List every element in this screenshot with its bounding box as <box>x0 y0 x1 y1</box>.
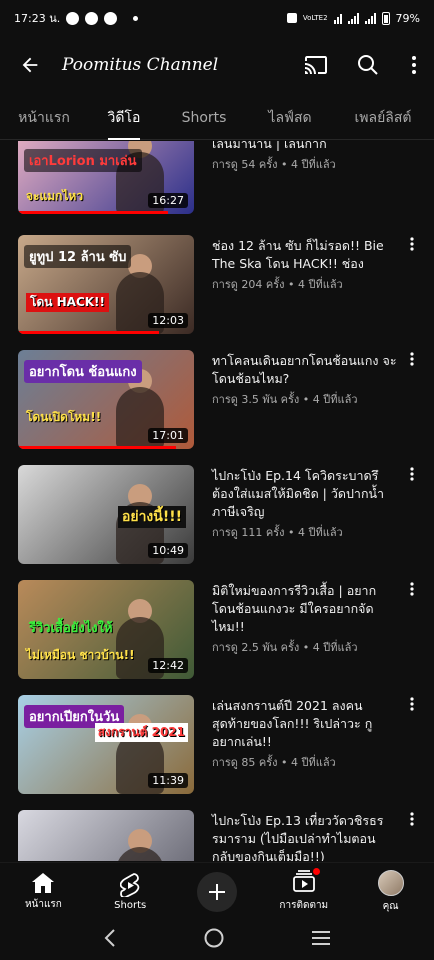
nav-shorts[interactable]: Shorts <box>87 863 174 920</box>
video-meta: การดู 54 ครั้ง • 4 ปีที่แล้ว <box>212 158 336 171</box>
video-more-vert-icon[interactable] <box>400 350 424 374</box>
shorts-icon <box>120 872 140 897</box>
notification-dot <box>312 868 320 875</box>
video-meta: การดู 2.5 พัน ครั้ง • 4 ปีที่แล้ว <box>212 641 358 654</box>
video-duration: 17:01 <box>148 428 188 443</box>
channel-tabs: หน้าแรก วิดีโอ Shorts ไลฟ์สด เพลย์ลิสต์ <box>0 96 434 140</box>
search-icon[interactable] <box>342 40 394 90</box>
notification-dot-icon <box>133 15 139 21</box>
video-thumbnail[interactable]: ยูทูป 12 ล้าน ซับ โดน HACK!! 12:03 <box>18 235 194 334</box>
status-time: 17:23 น. <box>14 12 61 25</box>
video-item[interactable]: เอาLorion มาเล่น จะแมกไหว 16:27 แข่งเพื่… <box>0 141 434 215</box>
more-vert-icon[interactable] <box>394 40 434 90</box>
video-title[interactable]: ทาโคลนเดินอยากโดนช้อนแกง จะโดนช้อนไหม? <box>212 352 398 388</box>
app-bar: Poomitus Channel <box>0 40 434 90</box>
home-icon <box>32 872 55 893</box>
alarm-icon <box>286 13 297 23</box>
video-item[interactable]: อยากเปียกในวัน สงกรานต์ 2021 11:39 เล่นส… <box>0 695 434 795</box>
video-meta: การดู 111 ครั้ง • 4 ปีที่แล้ว <box>212 526 343 539</box>
video-title[interactable]: ไปกะโป่ง Ep.13 เที่ยววัดวชิรธรรมาราม (ไป… <box>212 812 398 861</box>
tab-videos[interactable]: วิดีโอ <box>88 96 160 140</box>
video-title[interactable]: มิติใหม่ของการรีวิวเสื้อ | อยากโดนช้อนแก… <box>212 582 398 636</box>
video-more-vert-icon[interactable] <box>400 810 424 834</box>
video-title[interactable]: ไปกะโป่ง Ep.14 โควิดระบาดรึ ต้องใส่แมสให… <box>212 467 398 521</box>
video-thumbnail[interactable]: อย่างนี้!!! 10:49 <box>18 465 194 564</box>
tab-live[interactable]: ไลฟ์สด <box>248 96 332 140</box>
video-list: เอาLorion มาเล่น จะแมกไหว 16:27 แข่งเพื่… <box>0 141 434 861</box>
video-duration: 11:39 <box>148 773 188 788</box>
messenger-icon <box>104 11 118 25</box>
video-more-vert-icon[interactable] <box>400 465 424 489</box>
volte-label: VoLTE2 <box>302 13 328 22</box>
nav-subscriptions[interactable]: การติดตาม <box>260 863 347 920</box>
video-more-vert-icon[interactable] <box>400 695 424 719</box>
video-more-vert-icon[interactable] <box>400 580 424 604</box>
system-nav-bar <box>0 920 434 960</box>
battery-icon <box>381 11 390 25</box>
watch-progress-bar <box>18 211 168 214</box>
video-thumbnail[interactable]: รีวิวเสื้อยังไงให้ ไม่เหมือน ชาวบ้าน!! 1… <box>18 580 194 679</box>
video-item[interactable]: อยากโดน ช้อนแกง โดนเปิดโหม!! 17:01 ทาโคล… <box>0 350 434 450</box>
cast-icon[interactable] <box>290 40 342 90</box>
subscriptions-icon <box>292 870 315 892</box>
status-bar: 17:23 น. VoLTE2 79% <box>0 0 434 36</box>
signal-icon <box>347 12 359 24</box>
signal-icon <box>364 12 376 24</box>
video-title[interactable]: ช่อง 12 ล้าน ซับ ก็ไม่รอด!! Bie The Ska … <box>212 237 398 273</box>
video-thumbnail[interactable] <box>18 810 194 861</box>
nav-home-label: หน้าแรก <box>24 898 62 910</box>
video-duration: 16:27 <box>148 193 188 208</box>
nav-create[interactable] <box>174 863 261 920</box>
video-thumbnail[interactable]: อยากเปียกในวัน สงกรานต์ 2021 11:39 <box>18 695 194 794</box>
back-arrow-icon[interactable] <box>0 40 60 90</box>
nav-you[interactable]: คุณ <box>347 863 434 920</box>
nav-home[interactable]: หน้าแรก <box>0 863 87 920</box>
video-duration: 12:42 <box>148 658 188 673</box>
tab-shorts[interactable]: Shorts <box>160 96 248 140</box>
video-item[interactable]: ไปกะโป่ง Ep.13 เที่ยววัดวชิรธรรมาราม (ไป… <box>0 810 434 861</box>
video-more-vert-icon[interactable] <box>400 235 424 259</box>
video-duration: 12:03 <box>148 313 188 328</box>
wifi-icon <box>333 13 342 24</box>
video-item[interactable]: อย่างนี้!!! 10:49 ไปกะโป่ง Ep.14 โควิดระ… <box>0 465 434 565</box>
watch-progress-bar <box>18 331 159 334</box>
video-meta: การดู 85 ครั้ง • 4 ปีที่แล้ว <box>212 756 336 769</box>
tab-playlists[interactable]: เพลย์ลิสต์ <box>332 96 434 140</box>
home-circle-icon[interactable] <box>203 927 225 953</box>
nav-subscriptions-label: การติดตาม <box>279 900 329 911</box>
video-title[interactable]: เล่นสงกรานต์ปี 2021 ลงคน สุดท้ายของโลก!!… <box>212 697 398 751</box>
watch-progress-bar <box>18 446 177 449</box>
nav-shorts-label: Shorts <box>114 899 147 911</box>
video-item[interactable]: ยูทูป 12 ล้าน ซับ โดน HACK!! 12:03 ช่อง … <box>0 235 434 335</box>
video-item[interactable]: รีวิวเสื้อยังไงให้ ไม่เหมือน ชาวบ้าน!! 1… <box>0 580 434 680</box>
video-duration: 10:49 <box>148 543 188 558</box>
nav-you-label: คุณ <box>382 900 399 912</box>
bottom-nav: หน้าแรก Shorts การติดตาม คุณ <box>0 862 434 920</box>
tab-home[interactable]: หน้าแรก <box>0 96 88 140</box>
create-plus-icon[interactable] <box>196 871 237 912</box>
video-meta: การดู 204 ครั้ง • 4 ปีที่แล้ว <box>212 278 343 291</box>
video-meta: การดู 3.5 พัน ครั้ง • 4 ปีที่แล้ว <box>212 393 358 406</box>
back-chevron-icon[interactable] <box>103 928 117 952</box>
facebook-icon <box>85 11 99 25</box>
channel-title: Poomitus Channel <box>62 55 219 75</box>
battery-percent: 79% <box>395 11 420 25</box>
facebook-icon <box>66 11 80 25</box>
recents-icon[interactable] <box>311 930 331 950</box>
video-thumbnail[interactable]: เอาLorion มาเล่น จะแมกไหว 16:27 <box>18 141 194 214</box>
avatar <box>377 869 404 896</box>
video-thumbnail[interactable]: อยากโดน ช้อนแกง โดนเปิดโหม!! 17:01 <box>18 350 194 449</box>
video-title[interactable]: แข่งเพื่อให้ได้เห็นหลิงหาเป็นเกิดเล่นมาน… <box>212 141 398 153</box>
